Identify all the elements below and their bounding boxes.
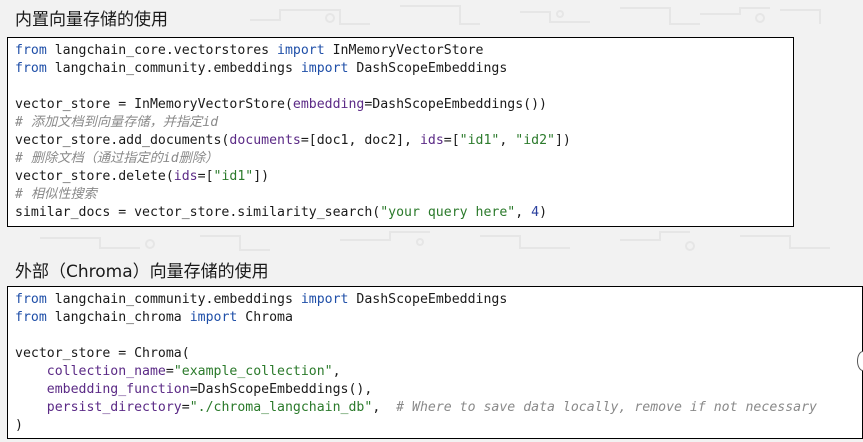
section-title-chroma: 外部（Chroma）向量存储的使用 <box>15 262 269 282</box>
code-text: =[doc1, doc2], <box>300 133 420 148</box>
keyword: from <box>15 61 47 76</box>
code-text: ]) <box>554 133 571 148</box>
number-literal: 4 <box>531 205 540 220</box>
parameter: embedding <box>292 97 365 112</box>
code-comment: # 添加文档到向量存储，并指定id <box>15 115 219 130</box>
code-text: ) <box>539 205 548 220</box>
code-line: vector_store.delete(ids=["id1"]) <box>15 168 793 186</box>
code-text: vector_store = Chroma( <box>15 346 190 361</box>
code-text: =DashScopeEmbeddings()) <box>364 97 547 112</box>
scroll-handle[interactable] <box>857 351 863 371</box>
code-text: vector_store.add_documents( <box>15 133 230 148</box>
import-name: DashScopeEmbeddings <box>348 292 508 307</box>
code-text: , <box>499 133 516 148</box>
import-name: DashScopeEmbeddings <box>348 61 508 76</box>
code-text: , <box>515 205 532 220</box>
string-literal: "id1" <box>213 169 254 184</box>
parameter: ids <box>173 169 198 184</box>
code-line: vector_store.add_documents(documents=[do… <box>15 132 793 150</box>
keyword: from <box>15 43 47 58</box>
parameter: ids <box>419 133 444 148</box>
string-literal: "id2" <box>515 133 555 148</box>
code-line: vector_store = InMemoryVectorStore(embed… <box>15 96 793 114</box>
code-line: embedding_function=DashScopeEmbeddings()… <box>15 381 862 399</box>
parameter: collection_name <box>46 364 166 379</box>
code-line: similar_docs = vector_store.similarity_s… <box>15 204 793 222</box>
code-text: ]) <box>253 169 270 184</box>
code-line: from langchain_community.embeddings impo… <box>15 60 793 78</box>
code-line: vector_store = Chroma( <box>15 345 862 363</box>
keyword: from <box>15 310 47 325</box>
module-name: langchain_community.embeddings <box>46 61 301 76</box>
code-line: # 删除文档（通过指定的id删除） <box>15 150 793 168</box>
code-block-inmemory: from langchain_core.vectorstores import … <box>7 37 794 227</box>
module-name: langchain_community.embeddings <box>46 292 301 307</box>
code-text: , <box>372 400 397 415</box>
module-name: langchain_core.vectorstores <box>46 43 278 58</box>
parameter: persist_directory <box>46 400 182 415</box>
keyword: import <box>300 61 349 76</box>
parameter: embedding_function <box>46 382 190 397</box>
code-text: =[ <box>197 169 214 184</box>
code-line: ) <box>15 417 862 435</box>
keyword: import <box>300 292 349 307</box>
code-text: =[ <box>443 133 460 148</box>
import-name: InMemoryVectorStore <box>324 43 484 58</box>
code-comment: # Where to save data locally, remove if … <box>396 400 817 415</box>
string-literal: "id1" <box>459 133 500 148</box>
code-line: from langchain_community.embeddings impo… <box>15 291 862 309</box>
module-name: langchain_chroma <box>46 310 190 325</box>
parameter: documents <box>229 133 301 148</box>
code-line: # 相似性搜索 <box>15 186 793 204</box>
string-literal: "your query here" <box>380 205 516 220</box>
code-block-chroma: from langchain_community.embeddings impo… <box>7 286 863 439</box>
code-text: ) <box>15 418 23 433</box>
keyword: import <box>277 43 325 58</box>
string-literal: "./chroma_langchain_db" <box>189 400 373 415</box>
string-literal: "example_collection" <box>173 364 333 379</box>
code-text: vector_store = InMemoryVectorStore( <box>15 97 293 112</box>
code-comment: # 删除文档（通过指定的id删除） <box>15 151 219 166</box>
section-title-inmemory: 内置向量存储的使用 <box>15 10 168 30</box>
keyword: from <box>15 292 47 307</box>
code-line: # 添加文档到向量存储，并指定id <box>15 114 793 132</box>
code-text: vector_store.delete( <box>15 169 174 184</box>
import-name: Chroma <box>237 310 293 325</box>
code-line: from langchain_core.vectorstores import … <box>15 42 793 60</box>
code-comment: # 相似性搜索 <box>15 187 97 202</box>
code-line: collection_name="example_collection", <box>15 363 862 381</box>
code-text: =DashScopeEmbeddings(), <box>189 382 373 397</box>
code-line: persist_directory="./chroma_langchain_db… <box>15 399 862 417</box>
code-text: similar_docs = vector_store.similarity_s… <box>15 205 381 220</box>
keyword: import <box>189 310 238 325</box>
code-text: = <box>181 400 190 415</box>
code-text: , <box>332 364 341 379</box>
code-line: from langchain_chroma import Chroma <box>15 309 862 327</box>
code-text: = <box>165 364 174 379</box>
